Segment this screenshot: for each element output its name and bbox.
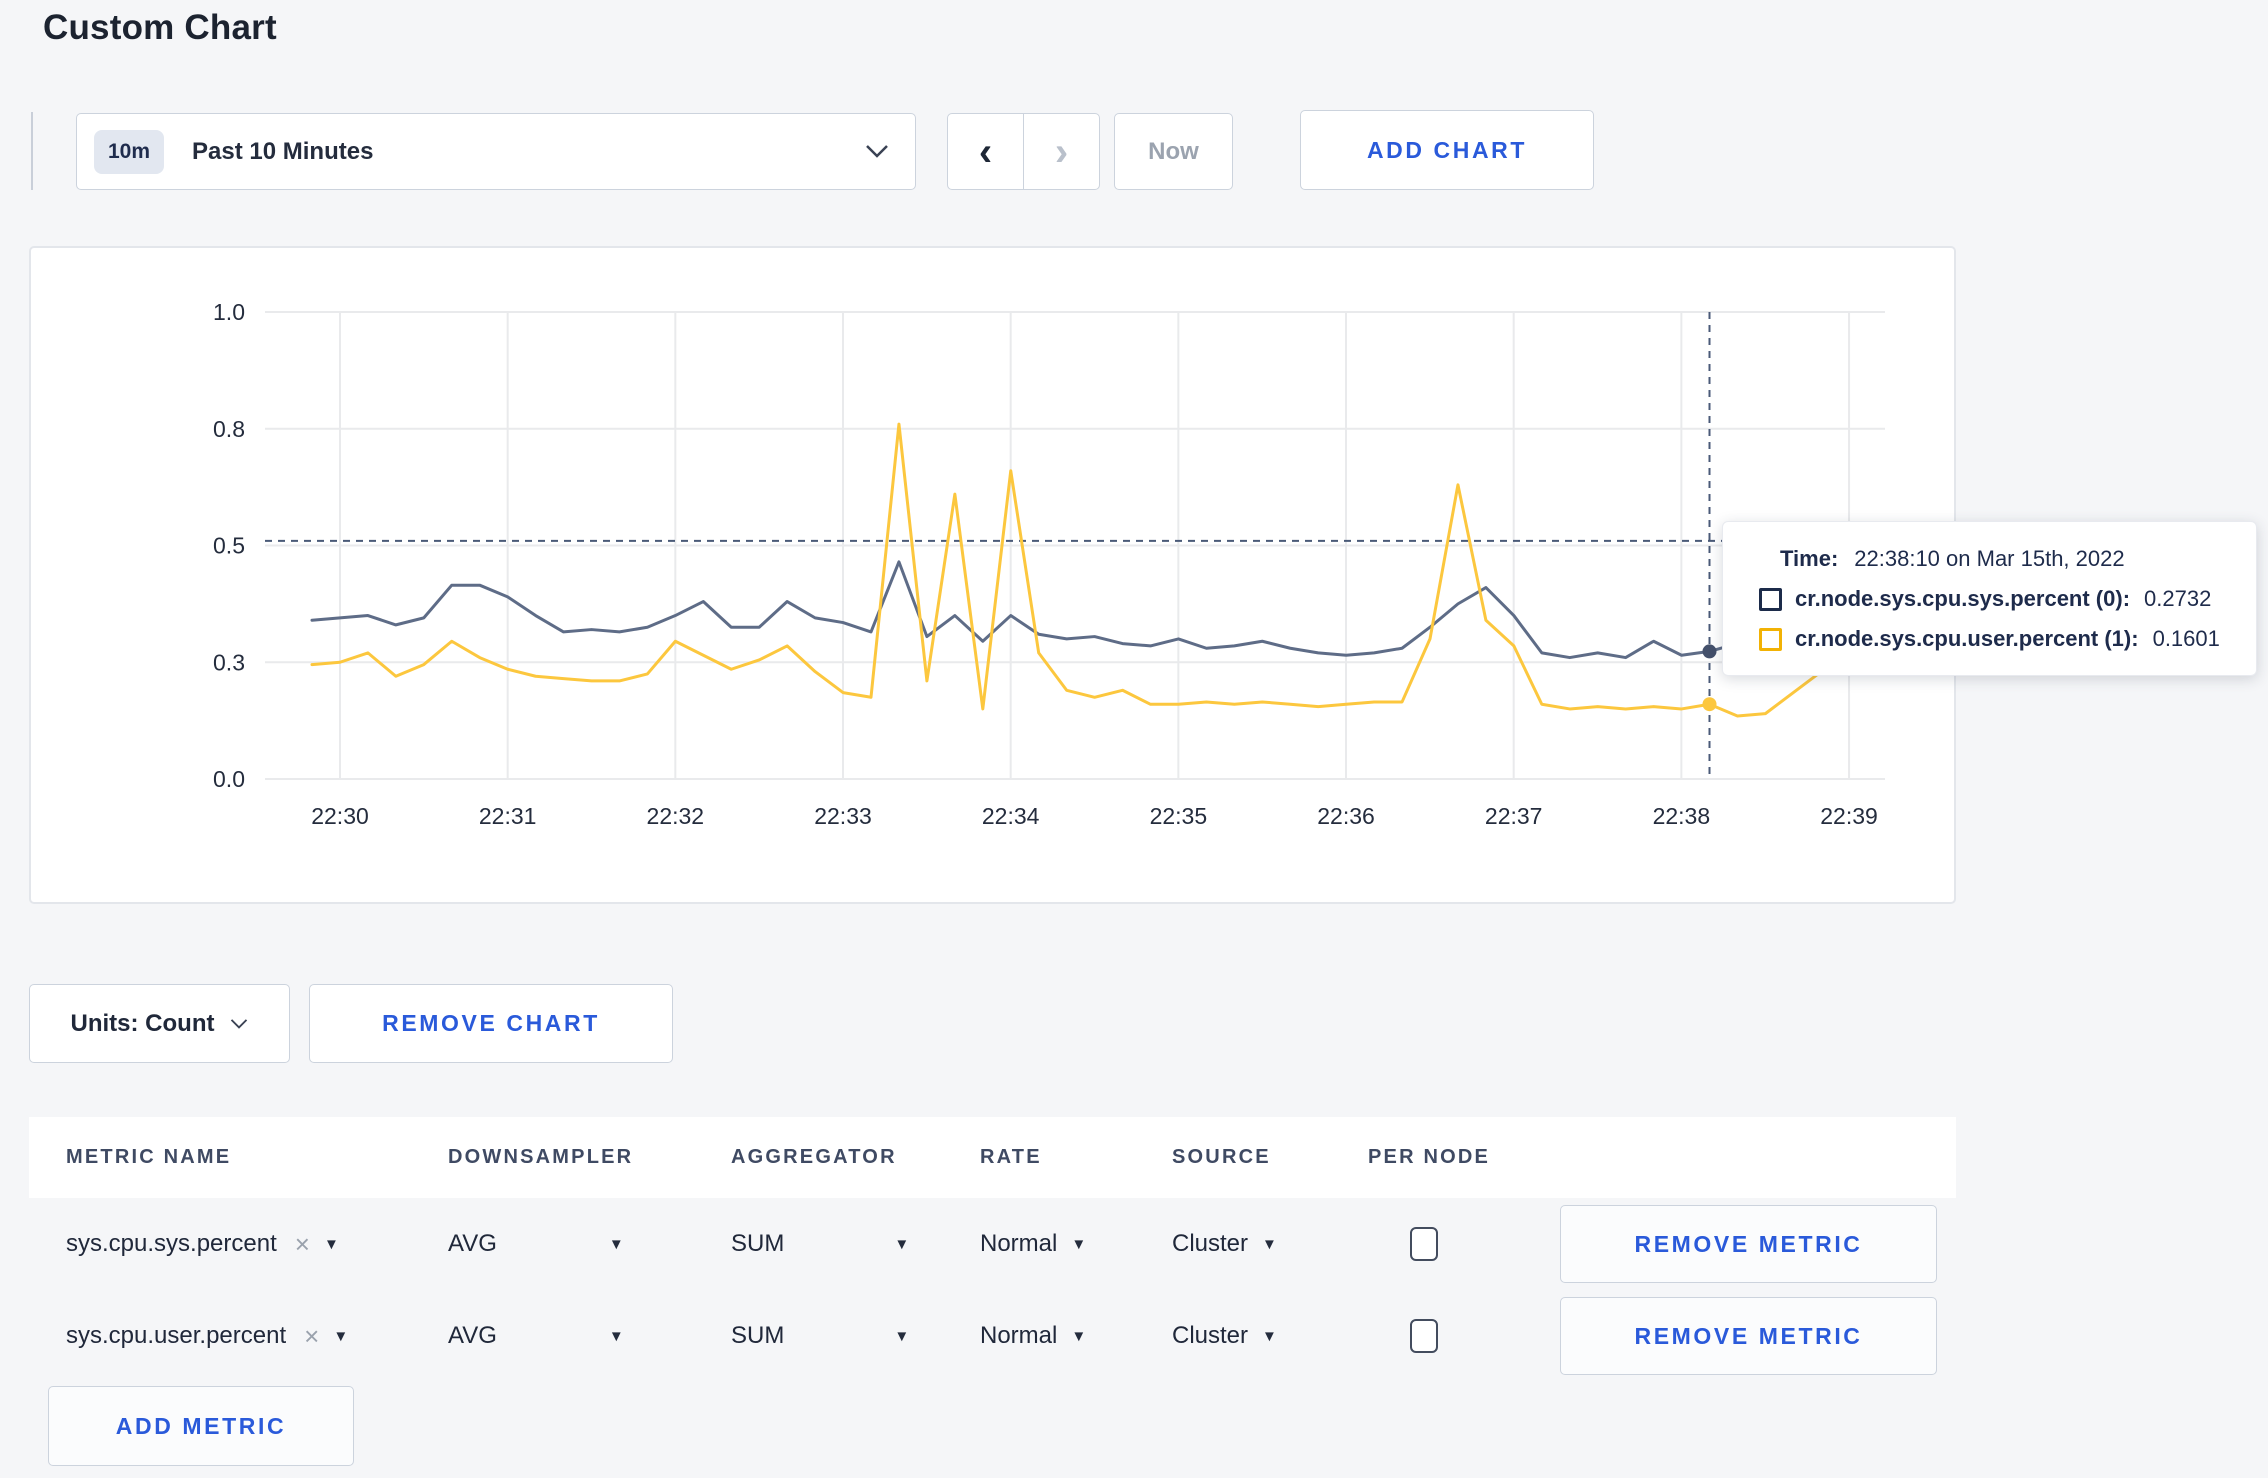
now-button[interactable]: Now — [1114, 113, 1233, 190]
metric-row: sys.cpu.user.percent × ▼ AVG ▼ SUM ▼ Norma… — [29, 1290, 1956, 1382]
rate-select[interactable]: Normal ▼ — [980, 1322, 1172, 1350]
page-title: Custom Chart — [43, 8, 277, 47]
clear-metric-icon[interactable]: × — [295, 1231, 310, 1257]
chevron-left-icon: ‹ — [978, 129, 993, 174]
metric-row: sys.cpu.sys.percent × ▼ AVG ▼ SUM ▼ Normal… — [29, 1198, 1956, 1290]
units-dropdown[interactable]: Units: Count — [29, 984, 290, 1063]
y-axis-label: 0.0 — [213, 766, 245, 792]
col-aggregator: AGGREGATOR — [731, 1146, 897, 1168]
chart-canvas[interactable]: 0.0 0.3 0.5 0.8 1.0 22:30 22:31 22:32 22:33 22:34… — [31, 248, 1954, 902]
time-range-label: Past 10 Minutes — [192, 137, 374, 165]
chevron-right-icon: › — [1054, 129, 1069, 174]
caret-down-icon: ▼ — [1262, 1327, 1277, 1345]
y-axis-label: 1.0 — [213, 299, 245, 325]
metric-dropdown-caret-icon[interactable]: ▼ — [324, 1236, 339, 1253]
x-axis-label: 22:35 — [1150, 803, 1208, 829]
remove-chart-button[interactable]: REMOVE CHART — [309, 984, 673, 1063]
step-forward-button[interactable]: › — [1024, 114, 1099, 189]
series-line-0 — [310, 560, 1879, 664]
chevron-down-icon — [231, 1018, 248, 1029]
time-range-dropdown[interactable]: 10m Past 10 Minutes — [76, 113, 916, 190]
series-legend-square-icon — [1759, 627, 1782, 651]
series-legend-square-icon — [1759, 587, 1782, 611]
hover-point-1 — [1702, 697, 1717, 712]
rate-select[interactable]: Normal ▼ — [980, 1230, 1172, 1258]
time-range-badge: 10m — [94, 129, 165, 174]
col-per-node: PER NODE — [1368, 1146, 1491, 1168]
tooltip-series-row: cr.node.sys.cpu.sys.percent (0): 0.2732 — [1759, 586, 2256, 612]
y-axis-label: 0.3 — [213, 649, 245, 675]
x-axis-label: 22:31 — [479, 803, 537, 829]
aggregator-select[interactable]: SUM ▼ — [731, 1230, 980, 1258]
y-axis-label: 0.8 — [213, 416, 245, 442]
metric-rows: sys.cpu.sys.percent × ▼ AVG ▼ SUM ▼ Normal… — [29, 1198, 1956, 1382]
metric-dropdown-caret-icon[interactable]: ▼ — [333, 1328, 348, 1345]
clear-metric-icon[interactable]: × — [304, 1323, 319, 1349]
metric-name: sys.cpu.sys.percent — [66, 1230, 277, 1257]
downsampler-select[interactable]: AVG ▼ — [448, 1322, 731, 1350]
col-rate: RATE — [980, 1146, 1042, 1168]
source-select[interactable]: Cluster ▼ — [1172, 1230, 1368, 1258]
chevron-down-icon — [866, 145, 888, 158]
x-axis-label: 22:33 — [814, 803, 872, 829]
add-metric-button[interactable]: ADD METRIC — [48, 1386, 354, 1466]
toolbar-divider — [31, 112, 33, 190]
tooltip-series-name: cr.node.sys.cpu.sys.percent (0): — [1795, 586, 2131, 611]
tooltip-series-value: 0.2732 — [2144, 586, 2212, 611]
series-line-1 — [310, 422, 1879, 718]
time-step-buttons: ‹ › — [947, 113, 1100, 190]
per-node-checkbox[interactable] — [1410, 1319, 1438, 1353]
col-downsampler: DOWNSAMPLER — [448, 1146, 634, 1168]
metrics-table-header: METRIC NAME DOWNSAMPLER AGGREGATOR RATE … — [29, 1117, 1956, 1198]
y-axis-label: 0.5 — [213, 533, 245, 559]
metric-name: sys.cpu.user.percent — [66, 1322, 287, 1349]
caret-down-icon: ▼ — [894, 1327, 910, 1345]
caret-down-icon: ▼ — [1071, 1235, 1087, 1253]
x-axis-label: 22:38 — [1653, 803, 1711, 829]
source-select[interactable]: Cluster ▼ — [1172, 1322, 1368, 1350]
tooltip-time-row: Time: 22:38:10 on Mar 15th, 2022 — [1759, 546, 2256, 572]
caret-down-icon: ▼ — [608, 1235, 624, 1253]
x-axis-label: 22:39 — [1820, 803, 1878, 829]
caret-down-icon: ▼ — [1071, 1327, 1087, 1345]
per-node-checkbox[interactable] — [1410, 1227, 1438, 1261]
caret-down-icon: ▼ — [608, 1327, 624, 1345]
tooltip-series-row: cr.node.sys.cpu.user.percent (1): 0.1601 — [1759, 626, 2256, 652]
custom-chart-page: Custom Chart 10m Past 10 Minutes ‹ › Now… — [0, 0, 2268, 1478]
x-axis-label: 22:36 — [1317, 803, 1375, 829]
tooltip-time-label: Time: — [1780, 546, 1839, 571]
chart-tooltip: Time: 22:38:10 on Mar 15th, 2022 cr.node… — [1722, 521, 2257, 676]
tooltip-time-value: 22:38:10 on Mar 15th, 2022 — [1854, 546, 2125, 571]
tooltip-series-rows: cr.node.sys.cpu.sys.percent (0): 0.2732 cr… — [1759, 586, 2256, 652]
col-source: SOURCE — [1172, 1146, 1271, 1168]
add-chart-button[interactable]: ADD CHART — [1300, 110, 1594, 190]
x-axis-label: 22:30 — [311, 803, 369, 829]
tooltip-series-name: cr.node.sys.cpu.user.percent (1): — [1795, 626, 2139, 651]
x-axis-label: 22:32 — [647, 803, 705, 829]
x-axis-label: 22:34 — [982, 803, 1040, 829]
step-back-button[interactable]: ‹ — [948, 114, 1024, 189]
col-metric-name: METRIC NAME — [66, 1146, 232, 1168]
aggregator-select[interactable]: SUM ▼ — [731, 1322, 980, 1350]
caret-down-icon: ▼ — [1262, 1235, 1277, 1253]
downsampler-select[interactable]: AVG ▼ — [448, 1230, 731, 1258]
hover-point-0 — [1702, 644, 1717, 659]
chart-card: 0.0 0.3 0.5 0.8 1.0 22:30 22:31 22:32 22:33 22:34… — [29, 246, 1956, 904]
remove-metric-button[interactable]: REMOVE METRIC — [1560, 1297, 1937, 1375]
caret-down-icon: ▼ — [894, 1235, 910, 1253]
remove-metric-button[interactable]: REMOVE METRIC — [1560, 1205, 1937, 1283]
tooltip-series-value: 0.1601 — [2152, 626, 2220, 651]
x-axis-label: 22:37 — [1485, 803, 1543, 829]
